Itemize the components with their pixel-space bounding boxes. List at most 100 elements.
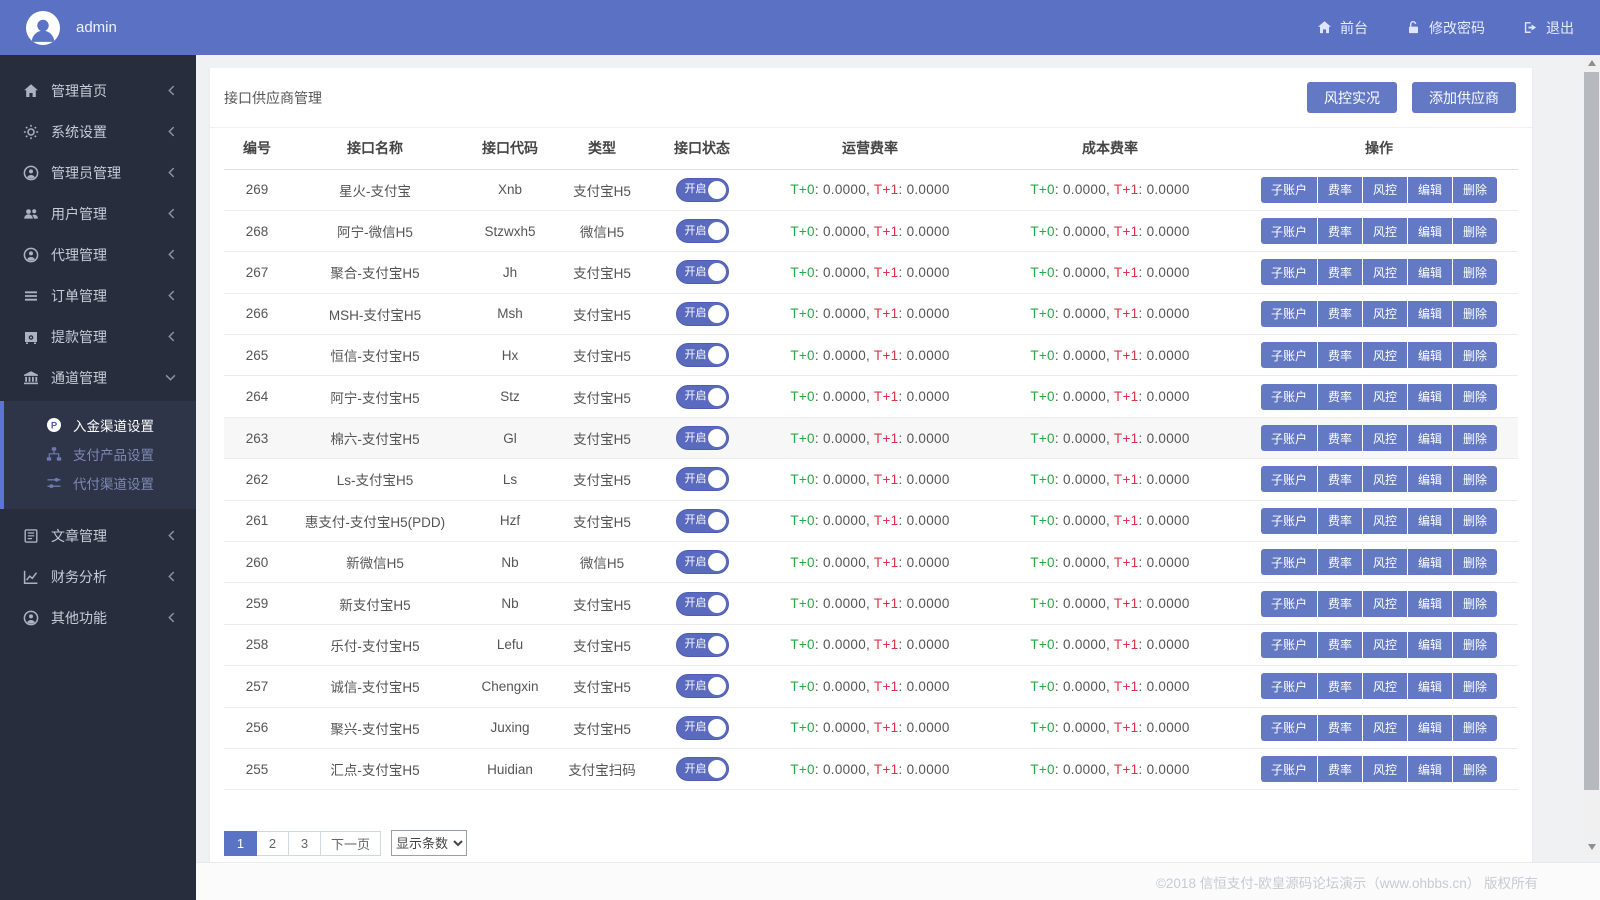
action-risk-button[interactable]: 风控 (1363, 425, 1408, 451)
status-toggle[interactable]: 开启 (676, 426, 729, 450)
page-size-select[interactable]: 显示条数 (391, 830, 467, 856)
action-delete-button[interactable]: 删除 (1453, 549, 1497, 575)
action-subaccount-button[interactable]: 子账户 (1261, 466, 1318, 492)
action-subaccount-button[interactable]: 子账户 (1261, 756, 1318, 782)
status-toggle[interactable]: 开启 (676, 509, 729, 533)
status-toggle[interactable]: 开启 (676, 385, 729, 409)
action-rate-button[interactable]: 费率 (1318, 177, 1363, 203)
action-edit-button[interactable]: 编辑 (1408, 384, 1453, 410)
status-toggle[interactable]: 开启 (676, 467, 729, 491)
action-risk-button[interactable]: 风控 (1363, 384, 1408, 410)
action-delete-button[interactable]: 删除 (1453, 259, 1497, 285)
sidebar-item-finance-analysis[interactable]: 财务分析 (0, 556, 196, 597)
sidebar-item-agent-management[interactable]: 代理管理 (0, 234, 196, 275)
action-rate-button[interactable]: 费率 (1318, 549, 1363, 575)
action-edit-button[interactable]: 编辑 (1408, 342, 1453, 368)
action-subaccount-button[interactable]: 子账户 (1261, 342, 1318, 368)
action-risk-button[interactable]: 风控 (1363, 549, 1408, 575)
action-edit-button[interactable]: 编辑 (1408, 259, 1453, 285)
status-toggle[interactable]: 开启 (676, 633, 729, 657)
sidebar-item-order-management[interactable]: 订单管理 (0, 275, 196, 316)
sidebar-item-system-settings[interactable]: 系统设置 (0, 111, 196, 152)
sidebar-item-admin-management[interactable]: 管理员管理 (0, 152, 196, 193)
action-subaccount-button[interactable]: 子账户 (1261, 508, 1318, 534)
status-toggle[interactable]: 开启 (676, 716, 729, 740)
status-toggle[interactable]: 开启 (676, 674, 729, 698)
action-risk-button[interactable]: 风控 (1363, 591, 1408, 617)
action-risk-button[interactable]: 风控 (1363, 218, 1408, 244)
scrollbar-up-arrow[interactable] (1583, 55, 1600, 71)
action-risk-button[interactable]: 风控 (1363, 715, 1408, 741)
action-rate-button[interactable]: 费率 (1318, 632, 1363, 658)
status-toggle[interactable]: 开启 (676, 219, 729, 243)
action-delete-button[interactable]: 删除 (1453, 218, 1497, 244)
action-subaccount-button[interactable]: 子账户 (1261, 218, 1318, 244)
action-risk-button[interactable]: 风控 (1363, 673, 1408, 699)
action-subaccount-button[interactable]: 子账户 (1261, 384, 1318, 410)
action-delete-button[interactable]: 删除 (1453, 301, 1497, 327)
action-edit-button[interactable]: 编辑 (1408, 673, 1453, 699)
action-delete-button[interactable]: 删除 (1453, 177, 1497, 203)
action-rate-button[interactable]: 费率 (1318, 384, 1363, 410)
status-toggle[interactable]: 开启 (676, 592, 729, 616)
submenu-item-deposit-channel-settings[interactable]: P入金渠道设置 (4, 410, 196, 439)
action-edit-button[interactable]: 编辑 (1408, 508, 1453, 534)
action-risk-button[interactable]: 风控 (1363, 632, 1408, 658)
action-rate-button[interactable]: 费率 (1318, 508, 1363, 534)
action-edit-button[interactable]: 编辑 (1408, 591, 1453, 617)
action-edit-button[interactable]: 编辑 (1408, 218, 1453, 244)
action-risk-button[interactable]: 风控 (1363, 259, 1408, 285)
action-delete-button[interactable]: 删除 (1453, 384, 1497, 410)
add-supplier-button[interactable]: 添加供应商 (1412, 82, 1516, 113)
sidebar-item-other-functions[interactable]: 其他功能 (0, 597, 196, 638)
action-subaccount-button[interactable]: 子账户 (1261, 715, 1318, 741)
submenu-item-payout-channel-settings[interactable]: 代付渠道设置 (4, 468, 196, 497)
action-rate-button[interactable]: 费率 (1318, 259, 1363, 285)
action-edit-button[interactable]: 编辑 (1408, 715, 1453, 741)
status-toggle[interactable]: 开启 (676, 550, 729, 574)
action-delete-button[interactable]: 删除 (1453, 591, 1497, 617)
action-edit-button[interactable]: 编辑 (1408, 632, 1453, 658)
action-delete-button[interactable]: 删除 (1453, 466, 1497, 492)
logout-link[interactable]: 退出 (1523, 18, 1574, 38)
action-rate-button[interactable]: 费率 (1318, 342, 1363, 368)
action-subaccount-button[interactable]: 子账户 (1261, 259, 1318, 285)
sidebar-item-dashboard[interactable]: 管理首页 (0, 70, 196, 111)
status-toggle[interactable]: 开启 (676, 302, 729, 326)
scrollbar-down-arrow[interactable] (1583, 839, 1600, 855)
action-subaccount-button[interactable]: 子账户 (1261, 673, 1318, 699)
action-delete-button[interactable]: 删除 (1453, 508, 1497, 534)
action-edit-button[interactable]: 编辑 (1408, 756, 1453, 782)
action-rate-button[interactable]: 费率 (1318, 466, 1363, 492)
action-edit-button[interactable]: 编辑 (1408, 466, 1453, 492)
action-risk-button[interactable]: 风控 (1363, 301, 1408, 327)
action-subaccount-button[interactable]: 子账户 (1261, 549, 1318, 575)
action-risk-button[interactable]: 风控 (1363, 177, 1408, 203)
action-edit-button[interactable]: 编辑 (1408, 177, 1453, 203)
status-toggle[interactable]: 开启 (676, 178, 729, 202)
status-toggle[interactable]: 开启 (676, 757, 729, 781)
status-toggle[interactable]: 开启 (676, 343, 729, 367)
action-rate-button[interactable]: 费率 (1318, 715, 1363, 741)
action-subaccount-button[interactable]: 子账户 (1261, 591, 1318, 617)
page-2-button[interactable]: 2 (256, 831, 289, 856)
action-subaccount-button[interactable]: 子账户 (1261, 425, 1318, 451)
action-risk-button[interactable]: 风控 (1363, 756, 1408, 782)
submenu-item-payment-product-settings[interactable]: 支付产品设置 (4, 439, 196, 468)
action-delete-button[interactable]: 删除 (1453, 715, 1497, 741)
sidebar-item-user-management[interactable]: 用户管理 (0, 193, 196, 234)
status-toggle[interactable]: 开启 (676, 260, 729, 284)
action-risk-button[interactable]: 风控 (1363, 466, 1408, 492)
page-1-button[interactable]: 1 (224, 831, 257, 856)
action-delete-button[interactable]: 删除 (1453, 425, 1497, 451)
page-3-button[interactable]: 3 (288, 831, 321, 856)
sidebar-item-channel-management[interactable]: 通道管理 (0, 357, 196, 398)
change-password-link[interactable]: 修改密码 (1406, 18, 1485, 38)
action-rate-button[interactable]: 费率 (1318, 425, 1363, 451)
action-subaccount-button[interactable]: 子账户 (1261, 301, 1318, 327)
action-edit-button[interactable]: 编辑 (1408, 425, 1453, 451)
risk-live-button[interactable]: 风控实况 (1307, 82, 1397, 113)
frontend-link[interactable]: 前台 (1317, 18, 1368, 38)
action-risk-button[interactable]: 风控 (1363, 508, 1408, 534)
action-delete-button[interactable]: 删除 (1453, 632, 1497, 658)
